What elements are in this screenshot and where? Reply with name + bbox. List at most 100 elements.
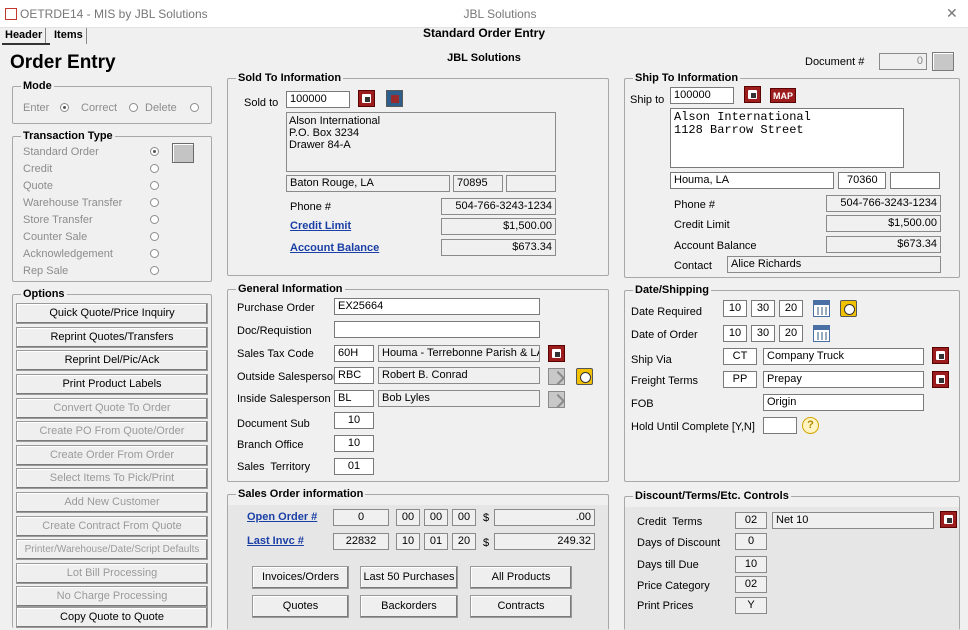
ship-to-phone: 504-766-3243-1234 <box>826 195 941 212</box>
copy-quote-button[interactable]: Copy Quote to Quote <box>16 607 208 628</box>
defaults-button[interactable]: Printer/Warehouse/Date/Script Defaults <box>16 539 208 560</box>
reprint-quotes-button[interactable]: Reprint Quotes/Transfers <box>16 327 208 348</box>
freight-desc-input[interactable]: Prepay <box>763 371 924 388</box>
mode-correct-radio[interactable] <box>129 103 138 112</box>
tt-quote-label: Quote <box>23 180 53 192</box>
ship-to-city-input[interactable]: Houma, LA <box>670 172 834 189</box>
outside-sales-lookup-icon[interactable] <box>548 368 565 385</box>
credit-terms-desc: Net 10 <box>772 512 934 529</box>
reprint-del-button[interactable]: Reprint Del/Pic/Ack <box>16 350 208 371</box>
contracts-button[interactable]: Contracts <box>470 595 572 618</box>
add-customer-button[interactable]: Add New Customer <box>16 492 208 513</box>
last-invoice-link[interactable]: Last Invc # <box>247 535 304 547</box>
date-order-year[interactable]: 20 <box>779 325 803 342</box>
quick-quote-button[interactable]: Quick Quote/Price Inquiry <box>16 303 208 324</box>
mode-delete-radio[interactable] <box>190 103 199 112</box>
open-order-link[interactable]: Open Order # <box>247 511 317 523</box>
doc-sub-input[interactable]: 10 <box>334 412 374 429</box>
outside-sales-name: Robert B. Conrad <box>378 367 540 384</box>
help-icon[interactable]: ? <box>802 417 819 434</box>
outside-sales-search-icon[interactable] <box>576 368 593 385</box>
date-required-year[interactable]: 20 <box>779 300 803 317</box>
date-order-calendar-icon[interactable] <box>813 325 830 342</box>
invoices-orders-button[interactable]: Invoices/Orders <box>252 566 349 589</box>
sold-to-address-box: Alson International P.O. Box 3234 Drawer… <box>286 112 556 172</box>
convert-quote-button[interactable]: Convert Quote To Order <box>16 398 208 419</box>
backorders-button[interactable]: Backorders <box>360 595 458 618</box>
tax-code-desc: Houma - Terrebonne Parish & LA <box>378 345 540 362</box>
contact-value: Alice Richards <box>727 256 941 273</box>
fob-input[interactable]: Origin <box>763 394 924 411</box>
ship-to-label: Ship to <box>630 94 665 106</box>
last-invoice-amount: 249.32 <box>494 533 595 550</box>
ship-to-customer-input[interactable]: 100000 <box>670 87 734 104</box>
quotes-button[interactable]: Quotes <box>252 595 349 618</box>
tt-store-transfer-radio[interactable] <box>150 215 159 224</box>
tt-standard-order-radio[interactable] <box>150 147 159 156</box>
outside-sales-input[interactable]: RBC <box>334 367 374 384</box>
credit-limit-link[interactable]: Credit Limit <box>290 220 351 232</box>
document-lookup-button[interactable] <box>932 52 954 71</box>
outside-sales-label: Outside Salesperson <box>237 371 340 383</box>
tax-code-input[interactable]: 60H <box>334 345 374 362</box>
print-prices-label: Print Prices <box>637 600 694 612</box>
freight-code-input[interactable]: PP <box>723 371 757 388</box>
active-tab-indicator <box>2 43 50 45</box>
date-order-day[interactable]: 30 <box>751 325 775 342</box>
all-products-button[interactable]: All Products <box>470 566 572 589</box>
ship-to-extra-input[interactable] <box>890 172 940 189</box>
tt-counter-sale-radio[interactable] <box>150 232 159 241</box>
sold-to-lookup-icon[interactable] <box>358 90 375 107</box>
tt-quote-radio[interactable] <box>150 181 159 190</box>
hold-until-complete-input[interactable] <box>763 417 797 434</box>
ship-via-code-input[interactable]: CT <box>723 348 757 365</box>
account-balance-link[interactable]: Account Balance <box>290 242 379 254</box>
ship-to-address-box[interactable]: Alson International 1128 Barrow Street <box>670 108 904 168</box>
no-charge-button[interactable]: No Charge Processing <box>16 586 208 607</box>
mode-enter-label: Enter <box>23 102 50 114</box>
tax-code-lookup-icon[interactable] <box>548 345 565 362</box>
create-order-button[interactable]: Create Order From Order <box>16 445 208 466</box>
tt-credit-radio[interactable] <box>150 164 159 173</box>
territory-input[interactable]: 01 <box>334 458 374 475</box>
date-required-month[interactable]: 10 <box>723 300 747 317</box>
create-contract-button[interactable]: Create Contract From Quote <box>16 516 208 537</box>
last-50-purchases-button[interactable]: Last 50 Purchases <box>360 566 458 589</box>
document-number: 0 <box>879 53 927 70</box>
tab-header[interactable]: Header <box>2 28 47 44</box>
select-items-button[interactable]: Select Items To Pick/Print <box>16 468 208 489</box>
tt-acknowledgement-radio[interactable] <box>150 249 159 258</box>
tab-items[interactable]: Items <box>51 28 87 44</box>
close-icon[interactable]: ✕ <box>946 5 958 22</box>
credit-terms-lookup-icon[interactable] <box>940 511 957 528</box>
days-discount-label: Days of Discount <box>637 537 721 549</box>
mode-enter-radio[interactable] <box>60 103 69 112</box>
date-required-day[interactable]: 30 <box>751 300 775 317</box>
tt-standard-order-swatch[interactable] <box>172 143 194 163</box>
branch-input[interactable]: 10 <box>334 435 374 452</box>
tt-rep-sale-radio[interactable] <box>150 266 159 275</box>
freight-lookup-icon[interactable] <box>932 371 949 388</box>
ship-via-lookup-icon[interactable] <box>932 347 949 364</box>
sold-to-contact-icon[interactable] <box>386 90 403 107</box>
ship-to-lookup-icon[interactable] <box>744 86 761 103</box>
lot-bill-button[interactable]: Lot Bill Processing <box>16 563 208 584</box>
window-center-title: JBL Solutions <box>463 7 537 21</box>
ship-via-desc-input[interactable]: Company Truck <box>763 348 924 365</box>
inside-sales-lookup-icon[interactable] <box>548 391 565 408</box>
date-required-search-icon[interactable] <box>840 300 857 317</box>
sold-to-zip: 70895 <box>453 175 503 192</box>
date-required-calendar-icon[interactable] <box>813 300 830 317</box>
tt-warehouse-transfer-radio[interactable] <box>150 198 159 207</box>
inside-sales-input[interactable]: BL <box>334 390 374 407</box>
map-button[interactable]: MAP <box>770 88 796 103</box>
date-required-label: Date Required <box>631 306 702 318</box>
create-po-button[interactable]: Create PO From Quote/Order <box>16 421 208 442</box>
doc-input[interactable] <box>334 321 540 338</box>
date-order-month[interactable]: 10 <box>723 325 747 342</box>
sold-to-customer-input[interactable]: 100000 <box>286 91 350 108</box>
po-input[interactable]: EX25664 <box>334 298 540 315</box>
ship-to-zip-input[interactable]: 70360 <box>838 172 886 189</box>
print-labels-button[interactable]: Print Product Labels <box>16 374 208 395</box>
fob-label: FOB <box>631 398 654 410</box>
